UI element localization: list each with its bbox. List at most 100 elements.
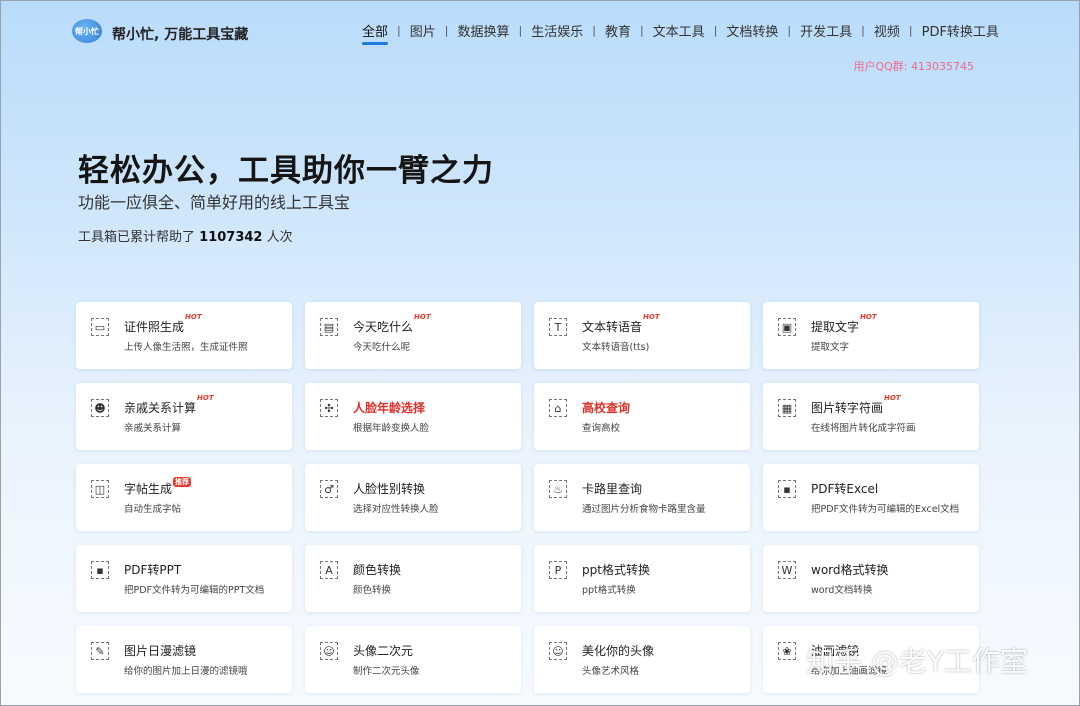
id-card-icon: ▭	[91, 318, 109, 336]
tool-card[interactable]: A 颜色转换 颜色转换	[305, 545, 521, 612]
tool-title: ppt格式转换	[582, 561, 650, 578]
tool-card[interactable]: ▭ 证件照生成HOT 上传人像生活照，生成证件照	[76, 302, 292, 369]
nav-item[interactable]: 图片	[406, 21, 440, 40]
tool-card[interactable]: ▤ 今天吃什么HOT 今天吃什么呢	[305, 302, 521, 369]
nav-separator: |	[639, 24, 644, 37]
usage-count-suffix: 人次	[266, 230, 293, 245]
hero-subtitle: 功能一应俱全、简单好用的线上工具宝	[78, 193, 351, 212]
usage-count-prefix: 工具箱已累计帮助了	[78, 230, 196, 245]
tool-description: 今天吃什么呢	[353, 342, 411, 353]
tool-title-text: 亲戚关系计算	[124, 401, 197, 415]
pdf-ppt-icon: ▪	[91, 561, 109, 579]
tool-card[interactable]: ♂ 人脸性别转换选择对应性转换人脸	[305, 464, 521, 531]
tool-title: PDF转Excel	[811, 480, 878, 497]
tool-title: 颜色转换	[353, 561, 401, 578]
tool-card[interactable]: ⌂ 高校查询 查询高校	[534, 383, 750, 450]
hot-badge: HOT	[643, 313, 660, 321]
tool-grid: ▭ 证件照生成HOT 上传人像生活照，生成证件照 ▤ 今天吃什么HOT 今天吃什么呢 T 文本…	[76, 302, 979, 693]
tool-description: ppt格式转换	[582, 585, 636, 596]
nav-item[interactable]: 开发工具	[796, 21, 856, 40]
text-to-speech-icon: T	[549, 318, 567, 336]
logo[interactable]: 帮小忙	[72, 19, 102, 43]
nav-item[interactable]: 文档转换	[722, 21, 782, 40]
tool-title-text: 人脸性别转换	[353, 482, 426, 496]
tool-description: 根据年龄变换人脸	[353, 423, 430, 434]
tool-title-text: 高校查询	[582, 401, 631, 415]
image-to-text-icon: ▦	[778, 399, 796, 417]
hot-badge: HOT	[185, 313, 202, 321]
food-box-icon: ▤	[320, 318, 338, 336]
tool-description: 选择对应性转换人脸	[353, 504, 439, 515]
tool-title: 高校查询	[582, 399, 630, 416]
tool-description: 亲戚关系计算	[124, 423, 182, 434]
tool-description: 上传人像生活照，生成证件照	[124, 342, 248, 353]
nav-item[interactable]: 教育	[601, 21, 635, 40]
tool-title: 证件照生成HOT	[124, 313, 202, 335]
nav-item-label: 全部	[362, 25, 389, 40]
tool-description: 文本转语音(tts)	[582, 342, 650, 353]
nav-active-underline	[362, 42, 389, 45]
nav-item[interactable]: PDF转换工具	[918, 21, 1003, 40]
hot-badge: HOT	[414, 313, 431, 321]
tool-title: 美化你的头像	[582, 642, 654, 659]
tool-card[interactable]: ♨ 卡路里查询 通过图片分析食物卡路里含量	[534, 464, 750, 531]
tool-card[interactable]: ◫ 字帖生成 推荐 自动生成字帖	[76, 464, 292, 531]
tool-card[interactable]: Wword格式转换 word文档转换	[763, 545, 979, 612]
hot-badge: HOT	[884, 394, 901, 402]
tool-title: 今天吃什么HOT	[353, 313, 431, 335]
watermark: 知乎 @老Y工作室	[806, 645, 1029, 678]
tool-description: 头像艺术风格	[582, 666, 640, 677]
tool-card[interactable]: ▦ 图片转字符画HOT 在线将图片转化成字符画	[763, 383, 979, 450]
hot-badge: HOT	[860, 313, 877, 321]
tool-title: 卡路里查询	[582, 480, 642, 497]
nav-separator: |	[908, 24, 913, 37]
nav-item[interactable]: 视频	[870, 21, 904, 40]
tool-description: 在线将图片转化成字符画	[811, 423, 916, 434]
nav-separator: |	[444, 24, 449, 37]
face-grid-icon: ✣	[320, 399, 338, 417]
tool-description: 颜色转换	[353, 585, 392, 596]
tool-title-text: 头像二次元	[353, 644, 414, 658]
tool-card[interactable]: ▪ PDF转PPT 把PDF文件转为可编辑的PPT文档	[76, 545, 292, 612]
hot-badge: HOT	[197, 394, 214, 402]
top-nav: 全部 | 图片 | 数据换算 | 生活娱乐 | 教育 | 文本工具 | 文档转换 | 开发工具 | 视频 | PDF…	[358, 21, 1003, 45]
nav-item[interactable]: 数据换算	[453, 21, 513, 40]
tool-title-text: 卡路里查询	[582, 482, 643, 496]
tool-card[interactable]: ▪ PDF转Excel 把PDF文件转为可编辑的Excel文档	[763, 464, 979, 531]
color-icon: A	[320, 561, 338, 579]
nav-item[interactable]: 生活娱乐	[527, 21, 587, 40]
usage-count: 工具箱已累计帮助了 1107342 人次	[78, 226, 293, 245]
tool-title: 头像二次元	[353, 642, 413, 659]
nav-separator: |	[861, 24, 865, 37]
brand-name: 帮小忙, 万能工具宝藏	[112, 27, 249, 43]
tool-card[interactable]: ✎ 图片日漫滤镜 给你的图片加上日漫的滤镜哦	[76, 626, 292, 693]
tool-description: 提取文字	[811, 342, 850, 353]
qq-group-link[interactable]: 用户QQ群: 413035745	[853, 58, 974, 74]
nav-item[interactable]: 文本工具	[649, 21, 709, 40]
gender-icon: ♂	[320, 480, 338, 498]
tool-card[interactable]: Pppt格式转换 ppt格式转换	[534, 545, 750, 612]
ppt-icon: P	[549, 561, 567, 579]
pdf-excel-icon: ▪	[778, 480, 796, 498]
tool-title: PDF转PPT	[124, 561, 181, 578]
tool-card[interactable]: ☺ 美化你的头像 头像艺术风格	[534, 626, 750, 693]
tool-card[interactable]: ☺ 头像二次元 制作二次元头像	[305, 626, 521, 693]
nav-separator: |	[397, 24, 401, 37]
tool-title-text: PDF转PPT	[124, 563, 182, 577]
anime-avatar-icon: ☺	[320, 642, 338, 660]
tool-title-text: 颜色转换	[353, 563, 402, 577]
tool-title: word格式转换	[811, 561, 889, 578]
tool-title-text: 今天吃什么	[353, 320, 414, 334]
tool-card[interactable]: T 文本转语音HOT 文本转语音(tts)	[534, 302, 750, 369]
tool-title: 亲戚关系计算HOT	[124, 394, 214, 416]
tool-title-text: 人脸年龄选择	[353, 401, 426, 415]
hero-title: 轻松办公，工具助你一臂之力	[78, 153, 494, 189]
tool-title-text: 证件照生成	[124, 320, 185, 334]
tool-card[interactable]: ▣ 提取文字HOT 提取文字	[763, 302, 979, 369]
tool-card[interactable]: ✣ 人脸年龄选择 根据年龄变换人脸	[305, 383, 521, 450]
nav-item[interactable]: 全部	[358, 21, 392, 45]
nav-separator: |	[592, 24, 596, 37]
logo-text: 帮小忙	[75, 26, 99, 36]
tool-card[interactable]: ☻ 亲戚关系计算HOT 亲戚关系计算	[76, 383, 292, 450]
tool-description: word文档转换	[811, 585, 873, 596]
